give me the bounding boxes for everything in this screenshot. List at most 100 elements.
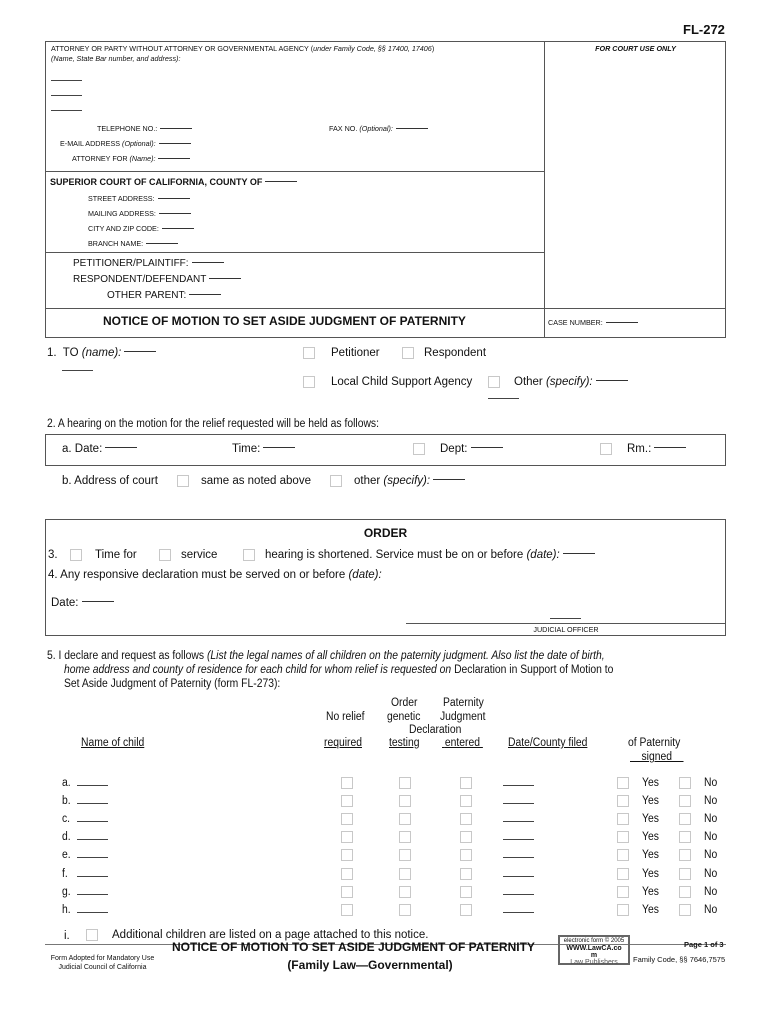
mailing-address-field[interactable] — [158, 212, 191, 214]
genetic-testing-checkbox[interactable] — [399, 795, 411, 807]
dept-field[interactable] — [470, 447, 503, 449]
signed-no-checkbox[interactable] — [679, 904, 691, 916]
county-field[interactable] — [265, 181, 298, 183]
no-relief-checkbox[interactable] — [341, 868, 353, 880]
attorney-for-field[interactable] — [158, 157, 191, 159]
other-parent-field[interactable] — [189, 293, 222, 295]
date-county-field[interactable] — [503, 857, 534, 858]
no-relief-checkbox[interactable] — [341, 904, 353, 916]
street-address-row: STREET ADDRESS: — [88, 194, 190, 203]
child-name-field[interactable] — [77, 821, 108, 822]
service-date-field[interactable] — [562, 553, 595, 555]
signed-no-checkbox[interactable] — [679, 777, 691, 789]
genetic-testing-checkbox[interactable] — [399, 868, 411, 880]
judicial-officer-field[interactable] — [550, 618, 581, 619]
signed-yes-checkbox[interactable] — [617, 849, 629, 861]
rm-checkbox[interactable] — [600, 443, 612, 455]
child-name-field[interactable] — [77, 803, 108, 804]
dept-checkbox[interactable] — [413, 443, 425, 455]
signed-no-checkbox[interactable] — [679, 868, 691, 880]
date-county-field[interactable] — [503, 785, 534, 786]
other-specify-field-line2[interactable] — [488, 398, 519, 399]
no-relief-checkbox[interactable] — [341, 831, 353, 843]
time-for-checkbox[interactable] — [70, 549, 82, 561]
city-zip-field[interactable] — [161, 227, 194, 229]
signed-no-checkbox[interactable] — [679, 849, 691, 861]
order-date-field[interactable] — [81, 601, 114, 603]
to-name-field-line2[interactable] — [62, 370, 93, 371]
date-county-field[interactable] — [503, 894, 534, 895]
additional-children-checkbox[interactable] — [86, 929, 98, 941]
respondent-checkbox[interactable] — [402, 347, 414, 359]
date-county-field[interactable] — [503, 839, 534, 840]
genetic-testing-checkbox[interactable] — [399, 831, 411, 843]
service-checkbox[interactable] — [159, 549, 171, 561]
no-relief-checkbox[interactable] — [341, 849, 353, 861]
child-name-field[interactable] — [77, 894, 108, 895]
respondent-field[interactable] — [209, 277, 242, 279]
signed-no-checkbox[interactable] — [679, 795, 691, 807]
signed-yes-checkbox[interactable] — [617, 886, 629, 898]
other-parent-row: OTHER PARENT: — [107, 290, 222, 301]
rm-field[interactable] — [654, 447, 687, 449]
judgment-entered-checkbox[interactable] — [460, 904, 472, 916]
attorney-address-field[interactable] — [51, 110, 82, 111]
genetic-testing-checkbox[interactable] — [399, 849, 411, 861]
genetic-testing-checkbox[interactable] — [399, 777, 411, 789]
col-of-paternity: of Paternity — [628, 737, 681, 749]
other-specify-field[interactable] — [595, 380, 628, 382]
other-address-checkbox[interactable] — [330, 475, 342, 487]
signed-no-checkbox[interactable] — [679, 813, 691, 825]
yes-label: Yes — [642, 795, 659, 807]
judgment-entered-checkbox[interactable] — [460, 886, 472, 898]
child-name-field[interactable] — [77, 912, 108, 913]
no-relief-checkbox[interactable] — [341, 813, 353, 825]
genetic-testing-checkbox[interactable] — [399, 904, 411, 916]
street-address-field[interactable] — [157, 197, 190, 199]
case-number-field[interactable] — [605, 321, 638, 323]
child-name-field[interactable] — [77, 785, 108, 786]
fax-field[interactable] — [395, 127, 428, 129]
signed-yes-checkbox[interactable] — [617, 904, 629, 916]
child-name-field[interactable] — [77, 857, 108, 858]
child-name-field[interactable] — [77, 839, 108, 840]
judgment-entered-checkbox[interactable] — [460, 831, 472, 843]
hearing-date-field[interactable] — [105, 447, 138, 449]
same-as-above-checkbox[interactable] — [177, 475, 189, 487]
genetic-testing-checkbox[interactable] — [399, 813, 411, 825]
signed-no-checkbox[interactable] — [679, 831, 691, 843]
signed-yes-checkbox[interactable] — [617, 813, 629, 825]
other-address-field[interactable] — [433, 479, 466, 481]
judgment-entered-checkbox[interactable] — [460, 868, 472, 880]
no-relief-checkbox[interactable] — [341, 886, 353, 898]
date-county-field[interactable] — [503, 912, 534, 913]
petitioner-checkbox[interactable] — [303, 347, 315, 359]
to-name-field[interactable] — [124, 351, 157, 353]
telephone-field[interactable] — [160, 127, 193, 129]
hearing-checkbox[interactable] — [243, 549, 255, 561]
email-field[interactable] — [158, 142, 191, 144]
judgment-entered-checkbox[interactable] — [460, 777, 472, 789]
judgment-entered-checkbox[interactable] — [460, 795, 472, 807]
date-county-field[interactable] — [503, 876, 534, 877]
no-relief-checkbox[interactable] — [341, 795, 353, 807]
attorney-bar-field[interactable] — [51, 95, 82, 96]
hearing-time-field[interactable] — [263, 447, 296, 449]
lcsa-checkbox[interactable] — [303, 376, 315, 388]
child-name-field[interactable] — [77, 876, 108, 877]
signed-no-checkbox[interactable] — [679, 886, 691, 898]
judgment-entered-checkbox[interactable] — [460, 849, 472, 861]
signed-yes-checkbox[interactable] — [617, 777, 629, 789]
no-relief-checkbox[interactable] — [341, 777, 353, 789]
petitioner-field[interactable] — [191, 261, 224, 263]
branch-name-field[interactable] — [146, 242, 179, 244]
date-county-field[interactable] — [503, 821, 534, 822]
signed-yes-checkbox[interactable] — [617, 868, 629, 880]
signed-yes-checkbox[interactable] — [617, 795, 629, 807]
attorney-name-field[interactable] — [51, 80, 82, 81]
genetic-testing-checkbox[interactable] — [399, 886, 411, 898]
date-county-field[interactable] — [503, 803, 534, 804]
judgment-entered-checkbox[interactable] — [460, 813, 472, 825]
other-checkbox[interactable] — [488, 376, 500, 388]
signed-yes-checkbox[interactable] — [617, 831, 629, 843]
